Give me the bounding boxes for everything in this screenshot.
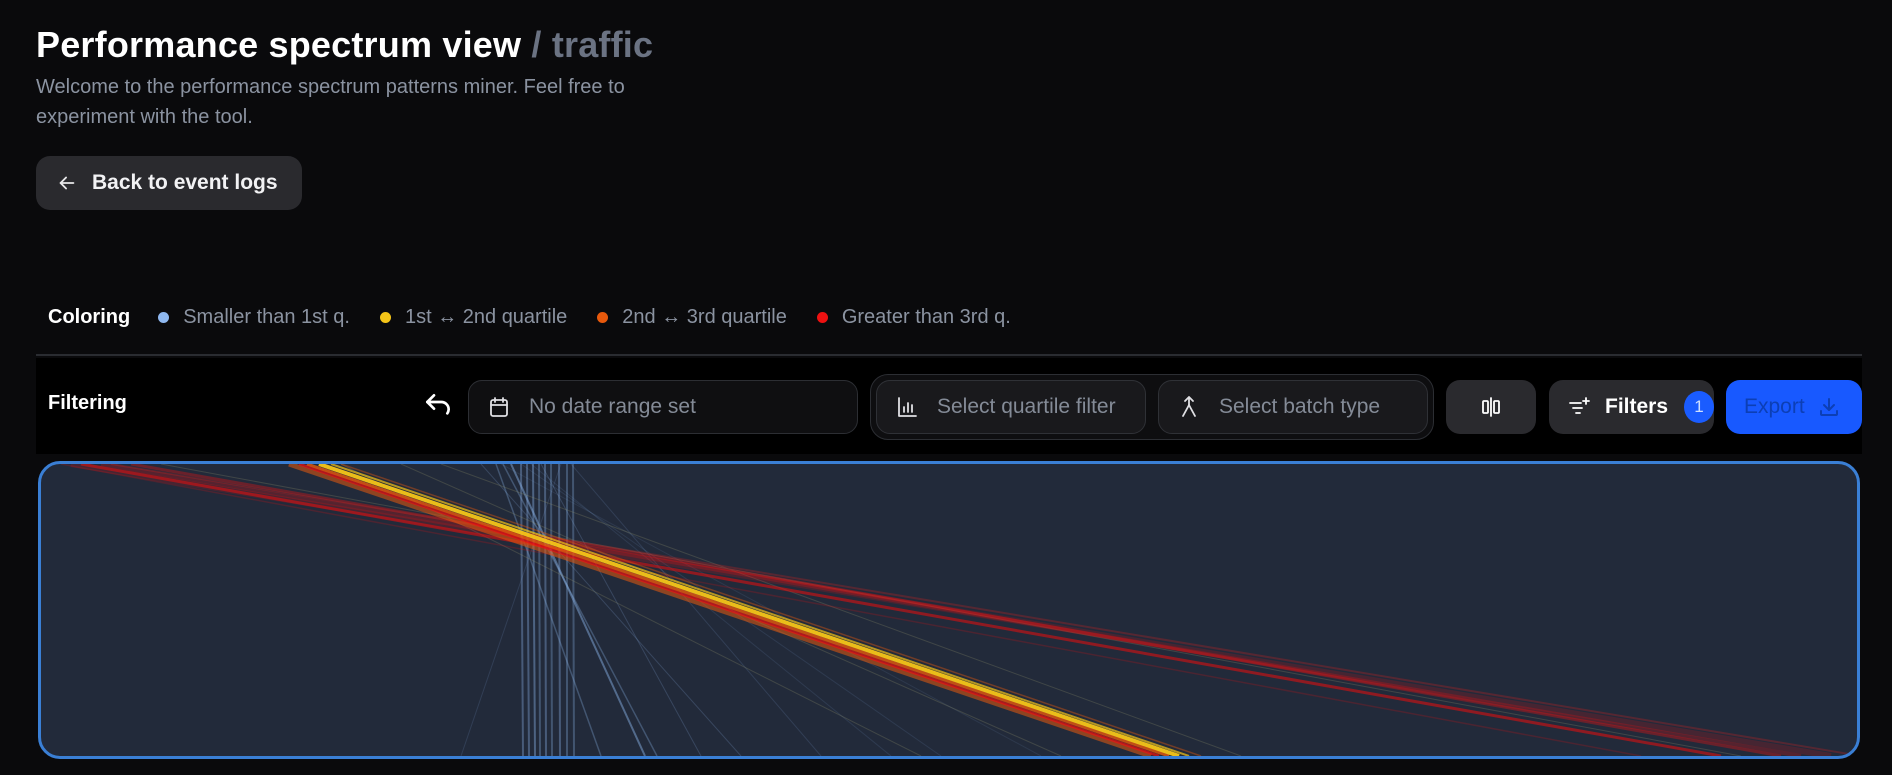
back-button-label: Back to event logs [92, 171, 278, 194]
arrow-left-icon [59, 176, 75, 190]
legend-item-smaller: Smaller than 1st q. [158, 306, 350, 329]
filter-plus-icon [1569, 397, 1590, 414]
legend-dot-icon [597, 311, 609, 323]
align-columns-button[interactable] [1446, 380, 1536, 434]
back-to-event-logs-button[interactable]: Back to event logs [36, 156, 302, 210]
filters-button[interactable]: Filters 1 [1549, 380, 1714, 434]
align-columns-icon [1482, 397, 1500, 417]
title-log-name: traffic [551, 24, 654, 65]
bar-chart-icon [898, 397, 917, 417]
mid-duration-lines [288, 464, 1202, 756]
export-button[interactable]: Export [1726, 380, 1862, 434]
date-range-placeholder: No date range set [529, 395, 696, 418]
batch-type-select[interactable]: Select batch type [1158, 380, 1428, 434]
title-separator: / [531, 24, 542, 65]
legend-dot-icon [379, 311, 391, 323]
legend-item-greater: Greater than 3rd q. [816, 305, 1011, 329]
coloring-legend: Coloring Smaller than 1st q. 1st ↔ 2nd q… [48, 300, 1041, 334]
legend-label: 1st ↔ 2nd quartile [404, 305, 568, 328]
filter-toolbar: Filtering No date range set Select quart… [36, 358, 1862, 454]
batch-type-placeholder: Select batch type [1219, 395, 1381, 418]
undo-icon[interactable] [422, 390, 454, 422]
merge-icon [1182, 396, 1196, 417]
filtering-label: Filtering [48, 392, 127, 414]
legend-label: Smaller than 1st q. [183, 305, 350, 328]
spectrum-plot [60, 464, 1857, 756]
legend-item-q2-q3: 2nd ↔ 3rd quartile [597, 306, 787, 329]
page-title: Performance spectrum view / traffic [36, 22, 676, 68]
legend-dot-icon [816, 311, 828, 323]
coloring-label: Coloring [48, 305, 131, 328]
title-main: Performance spectrum view [36, 24, 522, 65]
page-header: Performance spectrum view / traffic Welc… [36, 22, 676, 132]
legend-label: 2nd ↔ 3rd quartile [622, 305, 787, 328]
legend-label: Greater than 3rd q. [841, 305, 1011, 328]
filters-count-badge: 1 [1684, 391, 1714, 423]
divider [36, 354, 1862, 356]
legend-dot-icon [158, 311, 170, 323]
page-description: Welcome to the performance spectrum patt… [36, 76, 625, 128]
download-icon [1819, 398, 1838, 416]
performance-spectrum-canvas[interactable] [38, 461, 1860, 759]
quartile-filter-select[interactable]: Select quartile filter [876, 380, 1146, 434]
export-label: Export [1744, 395, 1805, 418]
quartile-filter-placeholder: Select quartile filter [937, 395, 1116, 418]
legend-item-q1-q2: 1st ↔ 2nd quartile [379, 305, 568, 329]
date-range-picker[interactable]: No date range set [468, 380, 858, 434]
filters-label: Filters [1605, 395, 1669, 418]
calendar-icon [490, 397, 508, 417]
